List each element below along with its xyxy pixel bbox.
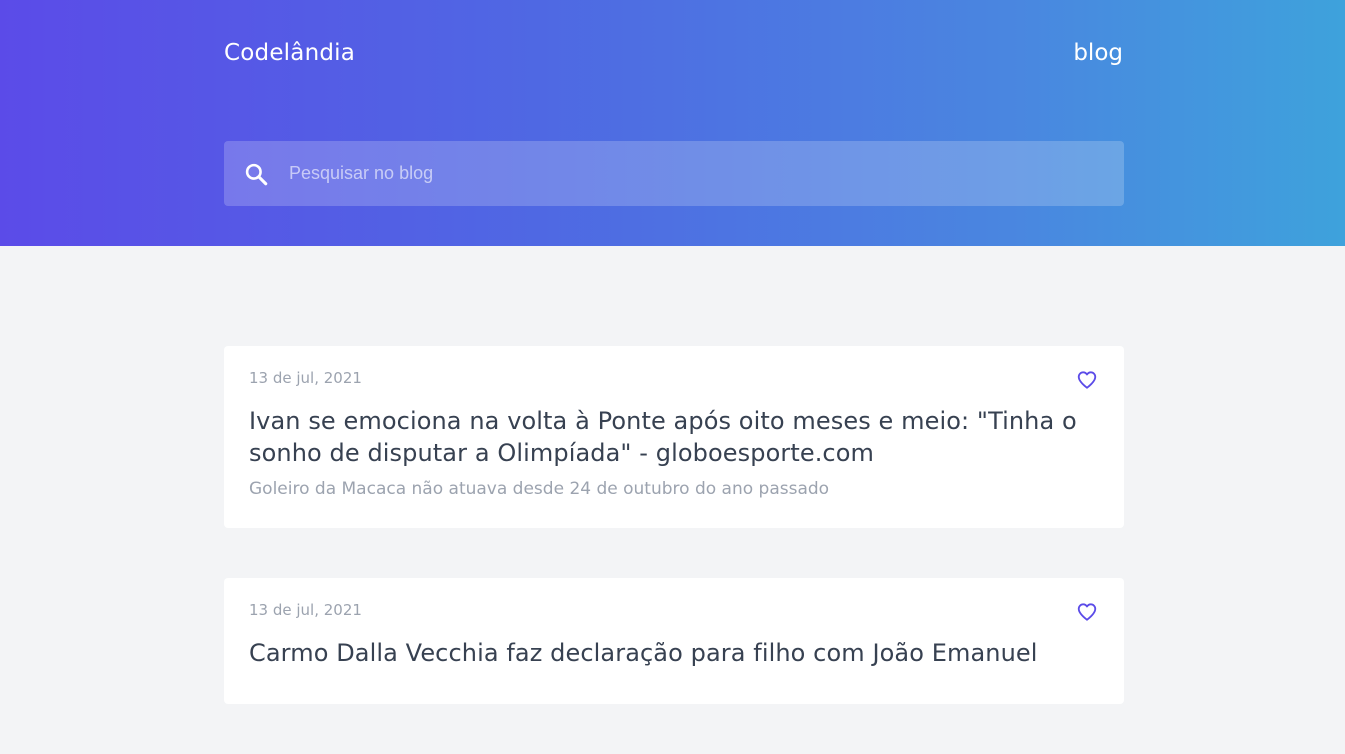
brand-logo[interactable]: Codelândia bbox=[224, 38, 355, 68]
post-title[interactable]: Ivan se emociona na volta à Ponte após o… bbox=[249, 405, 1099, 469]
nav-blog-link[interactable]: blog bbox=[1073, 38, 1123, 68]
post-list: 13 de jul, 2021 Ivan se emociona na volt… bbox=[224, 346, 1124, 754]
post-date: 13 de jul, 2021 bbox=[249, 601, 362, 619]
search-bar[interactable] bbox=[224, 141, 1124, 206]
post-description: Goleiro da Macaca não atuava desde 24 de… bbox=[249, 479, 830, 499]
header: Codelândia blog bbox=[0, 0, 1345, 246]
post-card[interactable]: 13 de jul, 2021 Carmo Dalla Vecchia faz … bbox=[224, 578, 1124, 704]
search-icon bbox=[243, 161, 269, 187]
post-date: 13 de jul, 2021 bbox=[249, 369, 362, 387]
heart-icon[interactable] bbox=[1076, 601, 1098, 623]
heart-icon[interactable] bbox=[1076, 369, 1098, 391]
post-card[interactable]: 13 de jul, 2021 Ivan se emociona na volt… bbox=[224, 346, 1124, 528]
post-title[interactable]: Carmo Dalla Vecchia faz declaração para … bbox=[249, 637, 1099, 669]
search-input[interactable] bbox=[287, 152, 1124, 195]
